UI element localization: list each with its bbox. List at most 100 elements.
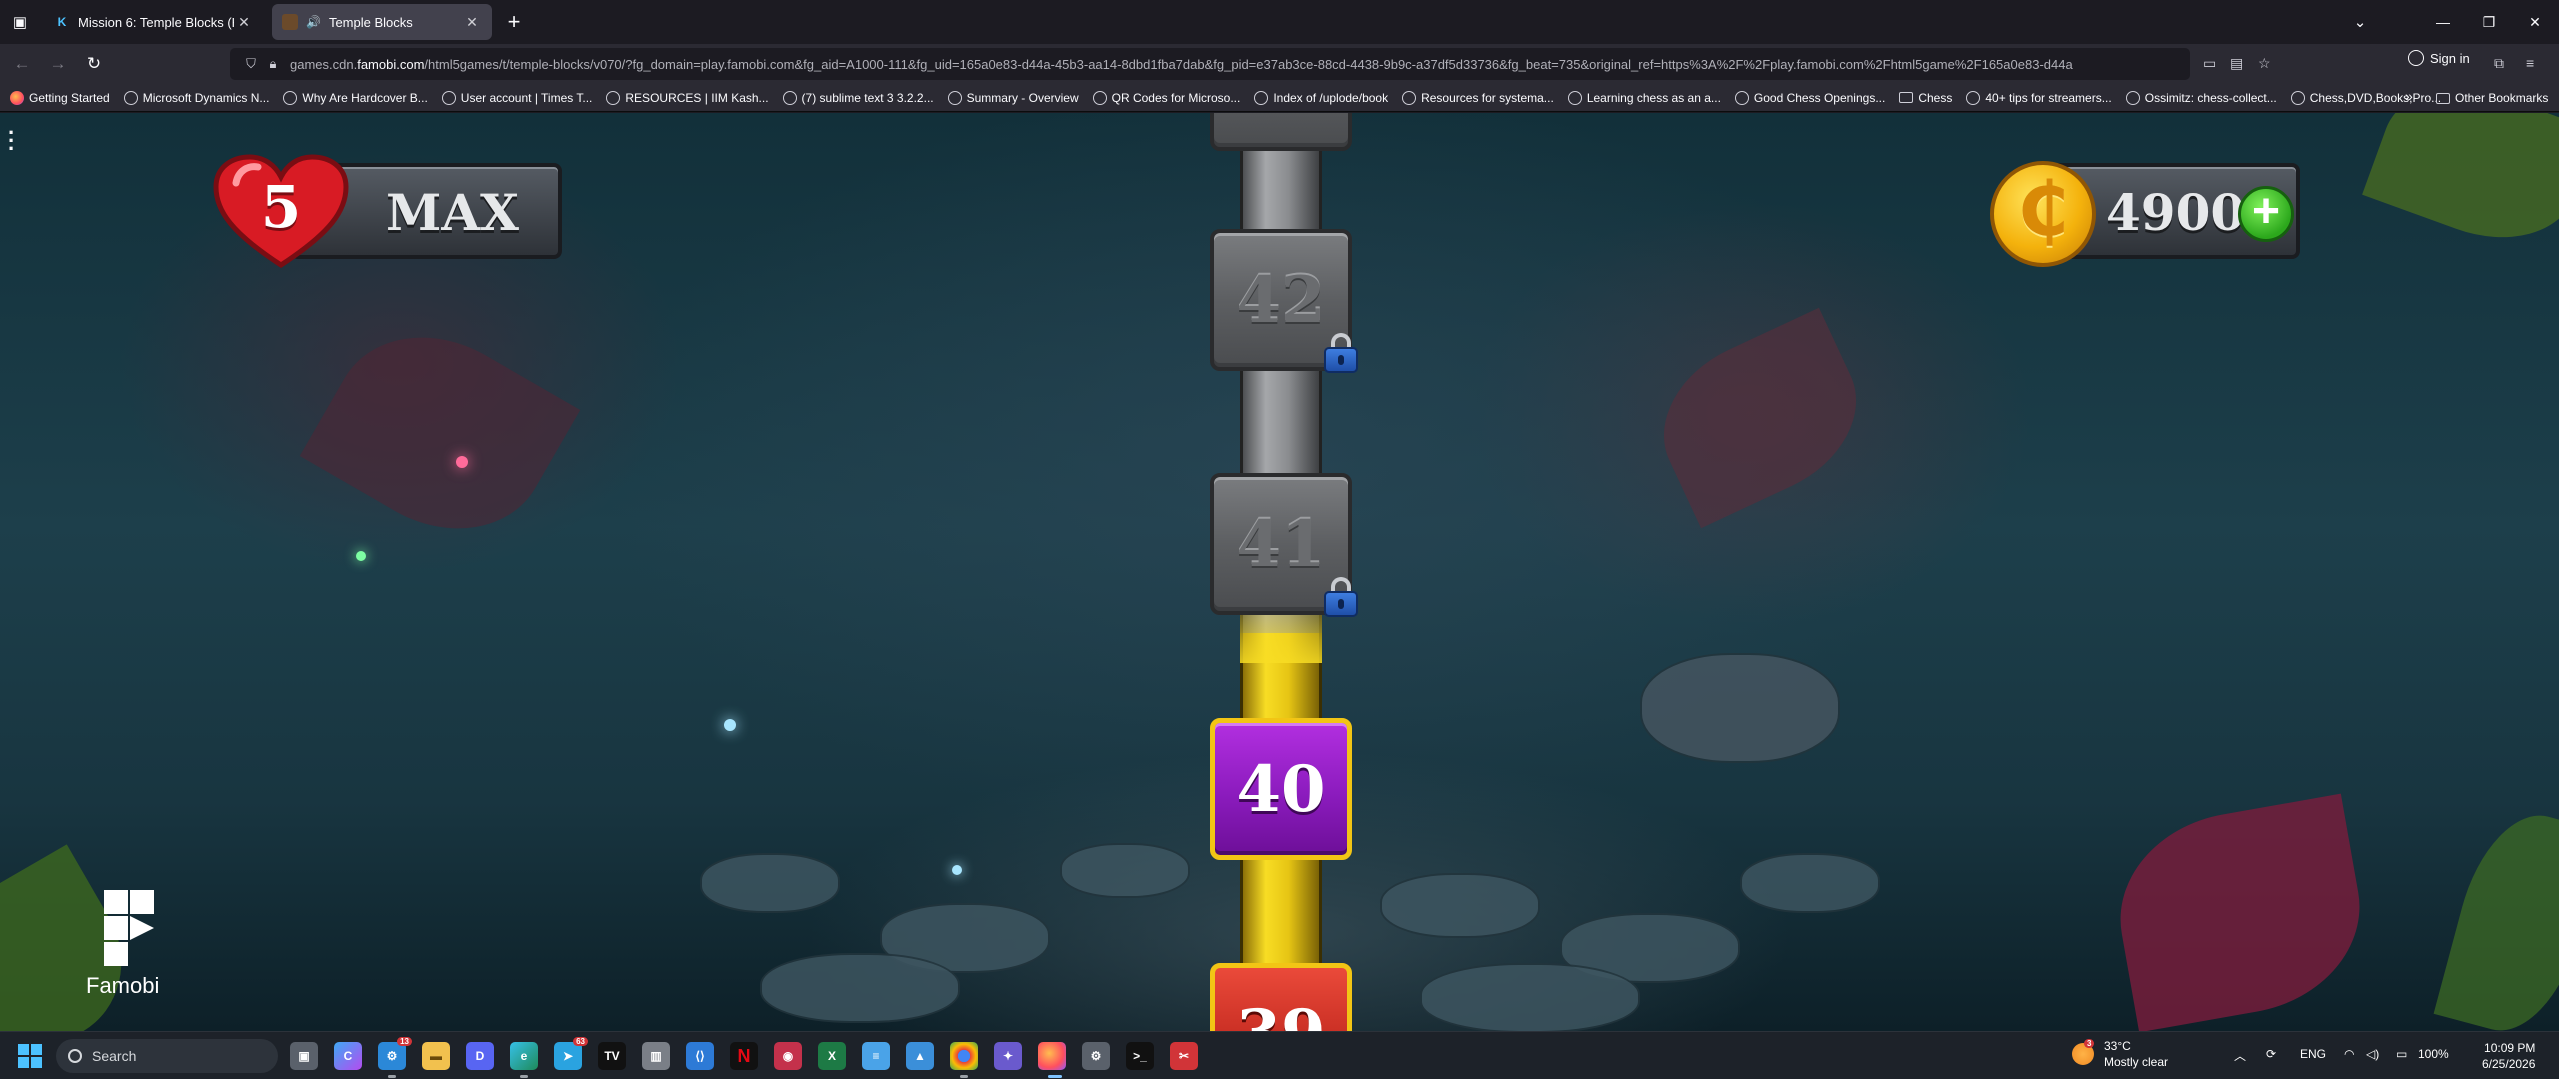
bookmark-item[interactable]: 40+ tips for streamers... xyxy=(1966,90,2112,105)
globe-icon xyxy=(2290,90,2305,105)
globe-icon xyxy=(1734,90,1749,105)
bookmark-item[interactable]: Learning chess as an a... xyxy=(1567,90,1721,105)
taskbar-search[interactable]: Search xyxy=(56,1039,278,1073)
copilot-icon[interactable]: C xyxy=(334,1042,362,1070)
bookmark-item[interactable]: Good Chess Openings... xyxy=(1734,90,1885,105)
shield-icon[interactable]: ⛉ xyxy=(240,56,262,72)
reload-button[interactable]: ↻ xyxy=(80,50,108,78)
back-button[interactable]: ← xyxy=(8,50,36,78)
chrome-icon[interactable] xyxy=(950,1042,978,1070)
menu-icon[interactable]: ≡ xyxy=(2526,55,2534,71)
globe-icon xyxy=(782,90,797,105)
bookmark-item[interactable]: Ossimitz: chess-collect... xyxy=(2125,90,2277,105)
globe-icon xyxy=(1092,90,1107,105)
clock[interactable]: 10:09 PM 6/25/2026 xyxy=(2482,1040,2535,1072)
bookmark-star-icon[interactable]: ☆ xyxy=(2258,55,2271,72)
settings-icon[interactable]: ⚙ xyxy=(1082,1042,1110,1070)
other-bookmarks-folder[interactable]: Other Bookmarks xyxy=(2436,84,2548,112)
sign-in-label: Sign in xyxy=(2430,50,2470,66)
folder-icon[interactable]: ▬ xyxy=(422,1042,450,1070)
dark-fern xyxy=(299,300,581,566)
list-tabs-icon[interactable]: ⌄ xyxy=(2346,8,2374,36)
restore-button[interactable]: ❐ xyxy=(2466,6,2512,38)
tab-temple-blocks[interactable]: 🔊 Temple Blocks ✕ xyxy=(272,4,492,40)
tab-mission-6[interactable]: K Mission 6: Temple Blocks (High ✕ xyxy=(44,4,264,40)
minimize-button[interactable]: — xyxy=(2420,6,2466,38)
more-bookmarks-icon[interactable]: » xyxy=(2405,88,2413,104)
address-bar[interactable]: ⛉ 🔒︎ games.cdn.famobi.com/html5games/t/t… xyxy=(230,48,2190,80)
famobi-brand: Famobi xyxy=(86,973,160,998)
close-tab-icon[interactable]: ✕ xyxy=(234,14,254,31)
game-canvas[interactable]: ··· 5 MAX ₵ 4900 + 43 42 41 40 39 Famobi xyxy=(0,113,2559,1031)
weather-widget[interactable]: 3 33°C Mostly clear xyxy=(2072,1038,2168,1070)
bookmark-item[interactable]: Why Are Hardcover B... xyxy=(283,90,428,105)
tab-title: Temple Blocks xyxy=(328,14,413,30)
bookmark-item[interactable]: Chess,DVD,Books,Pro... xyxy=(2290,90,2441,105)
reader-view-icon[interactable]: ▤ xyxy=(2230,55,2243,72)
snip-icon[interactable]: ✂ xyxy=(1170,1042,1198,1070)
globe-icon xyxy=(123,90,138,105)
notepad-icon[interactable]: ≡ xyxy=(862,1042,890,1070)
game-menu-icon[interactable]: · · · xyxy=(8,122,15,160)
discord-icon[interactable]: D xyxy=(466,1042,494,1070)
speaker-icon[interactable]: 🔊 xyxy=(306,15,321,29)
tab-manager-icon[interactable]: ▣ xyxy=(6,8,34,36)
vscode-icon[interactable]: ⟨⟩ xyxy=(686,1042,714,1070)
bookmarks-toolbar: Getting Started Microsoft Dynamics N... … xyxy=(0,84,2559,112)
bookmark-item[interactable]: (7) sublime text 3 3.2.2... xyxy=(782,90,934,105)
search-label: Search xyxy=(92,1048,137,1064)
level-43-button[interactable]: 43 xyxy=(1210,113,1352,151)
extensions-icon[interactable]: ⧉ xyxy=(2494,55,2504,72)
battery-icon[interactable]: ▭ xyxy=(2396,1047,2407,1061)
level-40-button[interactable]: 40 xyxy=(1210,718,1352,860)
start-button[interactable] xyxy=(18,1044,42,1068)
bookmark-item[interactable]: Getting Started xyxy=(10,90,110,105)
windows-taskbar: Search ▣ C ⚙ 13 ▬ D e ➤ 63 TV ▥ ⟨⟩ N ◉ X ≡… xyxy=(0,1031,2559,1079)
firefox-icon[interactable] xyxy=(1038,1042,1066,1070)
tradingview-icon[interactable]: TV xyxy=(598,1042,626,1070)
navigation-toolbar: ← → ↻ ⛉ 🔒︎ games.cdn.famobi.com/html5gam… xyxy=(0,44,2559,84)
clock-date: 6/25/2026 xyxy=(2482,1057,2536,1071)
language-indicator[interactable]: ENG xyxy=(2300,1047,2326,1061)
telegram-icon[interactable]: ➤ 63 xyxy=(554,1037,588,1070)
bookmark-item[interactable]: User account | Times T... xyxy=(441,90,592,105)
app-icon-3[interactable]: ◉ xyxy=(774,1042,802,1070)
bookmark-item[interactable]: Summary - Overview xyxy=(947,90,1079,105)
sign-in-button[interactable]: Sign in xyxy=(2408,50,2470,66)
terminal-icon[interactable]: >_ xyxy=(1126,1042,1154,1070)
netflix-icon[interactable]: N xyxy=(730,1042,758,1070)
bookmark-item[interactable]: RESOURCES | IIM Kash... xyxy=(606,90,769,105)
edge-icon[interactable]: e xyxy=(510,1042,538,1070)
close-window-button[interactable]: ✕ xyxy=(2512,6,2558,38)
firefly xyxy=(952,865,962,875)
url-text[interactable]: games.cdn.famobi.com/html5games/t/temple… xyxy=(290,57,2190,72)
lock-icon[interactable]: 🔒︎ xyxy=(262,56,284,72)
globe-icon xyxy=(1254,90,1269,105)
stone xyxy=(1380,873,1540,938)
wifi-icon[interactable]: ◠ xyxy=(2344,1047,2354,1061)
lock-icon xyxy=(1324,333,1358,373)
photos-icon[interactable]: ▲ xyxy=(906,1042,934,1070)
volume-icon[interactable]: ◁) xyxy=(2366,1047,2379,1061)
task-view-icon[interactable]: ▣ xyxy=(290,1042,318,1070)
picture-in-picture-icon[interactable]: ▭ xyxy=(2203,55,2216,72)
close-tab-icon[interactable]: ✕ xyxy=(462,14,482,31)
sync-icon[interactable]: ⟳ xyxy=(2266,1047,2276,1061)
level-39-button[interactable]: 39 xyxy=(1210,963,1352,1031)
bookmark-folder[interactable]: Chess xyxy=(1899,91,1952,105)
bookmark-item[interactable]: Microsoft Dynamics N... xyxy=(123,90,269,105)
forward-button[interactable]: → xyxy=(44,50,72,78)
show-hidden-icons[interactable]: ︿ xyxy=(2234,1047,2246,1064)
chatgpt-icon[interactable]: ✦ xyxy=(994,1042,1022,1070)
jungle-leaf xyxy=(2433,801,2559,1031)
app-icon[interactable]: ⚙ 13 xyxy=(378,1037,412,1070)
app-icon-2[interactable]: ▥ xyxy=(642,1042,670,1070)
stone xyxy=(1420,963,1640,1031)
new-tab-button[interactable]: + xyxy=(500,8,528,36)
bookmark-item[interactable]: Resources for systema... xyxy=(1402,90,1554,105)
add-coins-button[interactable]: + xyxy=(2238,186,2294,242)
coin-count: 4900 xyxy=(2106,183,2246,242)
bookmark-item[interactable]: QR Codes for Microso... xyxy=(1092,90,1240,105)
excel-icon[interactable]: X xyxy=(818,1042,846,1070)
bookmark-item[interactable]: Index of /uplode/book xyxy=(1254,90,1388,105)
